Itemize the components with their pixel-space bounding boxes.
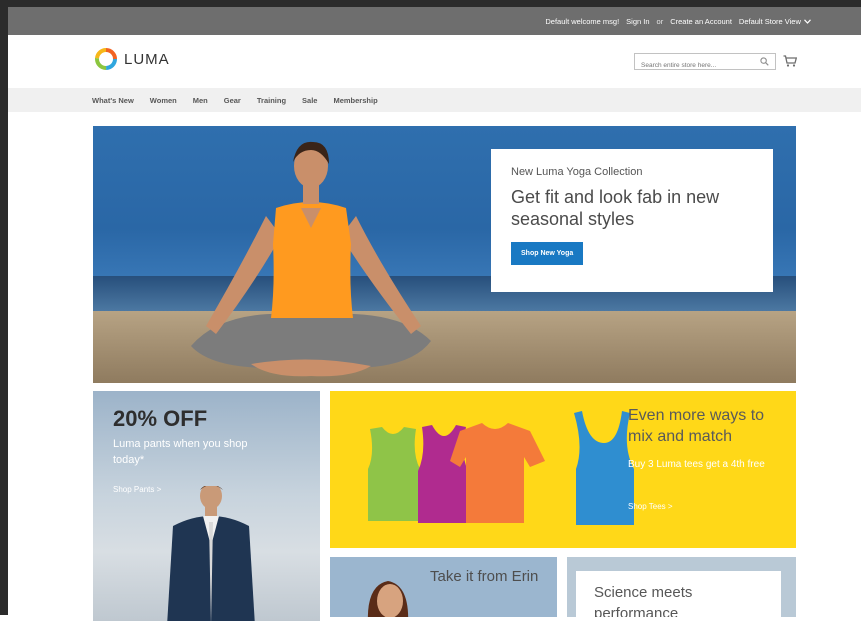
- tees-headline: Even more ways to mix and match: [628, 407, 765, 445]
- science-text: Science meets performance: [594, 584, 693, 617]
- welcome-message: Default welcome msg!: [545, 16, 620, 26]
- search-input[interactable]: [635, 58, 761, 73]
- store-view-label: Default Store View: [738, 16, 801, 26]
- logo-text: LUMA: [124, 50, 170, 68]
- promo-erin[interactable]: Take it from Erin: [330, 557, 557, 617]
- hero-card: New Luma Yoga Collection Get fit and loo…: [491, 149, 773, 292]
- nav-item-training[interactable]: Training: [257, 96, 286, 105]
- store-view-switcher[interactable]: Default Store View: [739, 17, 811, 26]
- yoga-model-image: [191, 141, 431, 377]
- nav-item-men[interactable]: Men: [193, 96, 208, 105]
- hero-title: Get fit and look fab in new seasonal sty…: [511, 187, 720, 229]
- create-account-link[interactable]: Create an Account: [670, 17, 732, 26]
- top-links: Default welcome msg! Sign In or Create a…: [545, 7, 811, 35]
- hero-banner[interactable]: New Luma Yoga Collection Get fit and loo…: [93, 126, 796, 383]
- nav-item-whats-new[interactable]: What's New: [92, 96, 134, 105]
- nav-item-membership[interactable]: Membership: [333, 96, 377, 105]
- erin-text: Take it from Erin: [430, 568, 539, 585]
- male-model-image: [167, 486, 255, 621]
- nav-item-women[interactable]: Women: [150, 96, 177, 105]
- tees-subtext: Buy 3 Luma tees get a 4th free: [628, 459, 765, 470]
- sign-in-link[interactable]: Sign In: [626, 17, 649, 26]
- pants-subtext: Luma pants when you shop today*: [113, 438, 248, 466]
- main-navigation: What's New Women Men Gear Training Sale …: [8, 88, 861, 112]
- hero-kicker: New Luma Yoga Collection: [511, 166, 643, 178]
- erin-model-image: [367, 581, 409, 617]
- cart-icon[interactable]: [783, 55, 797, 67]
- nav-item-gear[interactable]: Gear: [224, 96, 241, 105]
- pants-headline: 20% OFF: [113, 406, 208, 431]
- or-text: or: [656, 16, 664, 26]
- logo[interactable]: LUMA: [95, 48, 170, 70]
- luma-logo-icon: [95, 48, 117, 70]
- tees-image: [368, 411, 634, 525]
- promo-science[interactable]: Science meets performance: [567, 557, 796, 617]
- promo-tees[interactable]: Even more ways to mix and match Buy 3 Lu…: [330, 391, 796, 548]
- nav-item-sale[interactable]: Sale: [302, 96, 317, 105]
- shop-tees-link[interactable]: Shop Tees >: [628, 502, 673, 511]
- search-box[interactable]: [634, 53, 776, 73]
- shop-pants-link[interactable]: Shop Pants >: [113, 485, 161, 494]
- chevron-down-icon: [804, 19, 811, 24]
- top-bar: Default welcome msg! Sign In or Create a…: [8, 7, 861, 35]
- promo-pants[interactable]: 20% OFF Luma pants when you shop today* …: [93, 391, 320, 621]
- search-icon[interactable]: [760, 57, 769, 66]
- shop-new-yoga-button[interactable]: Shop New Yoga: [511, 242, 584, 265]
